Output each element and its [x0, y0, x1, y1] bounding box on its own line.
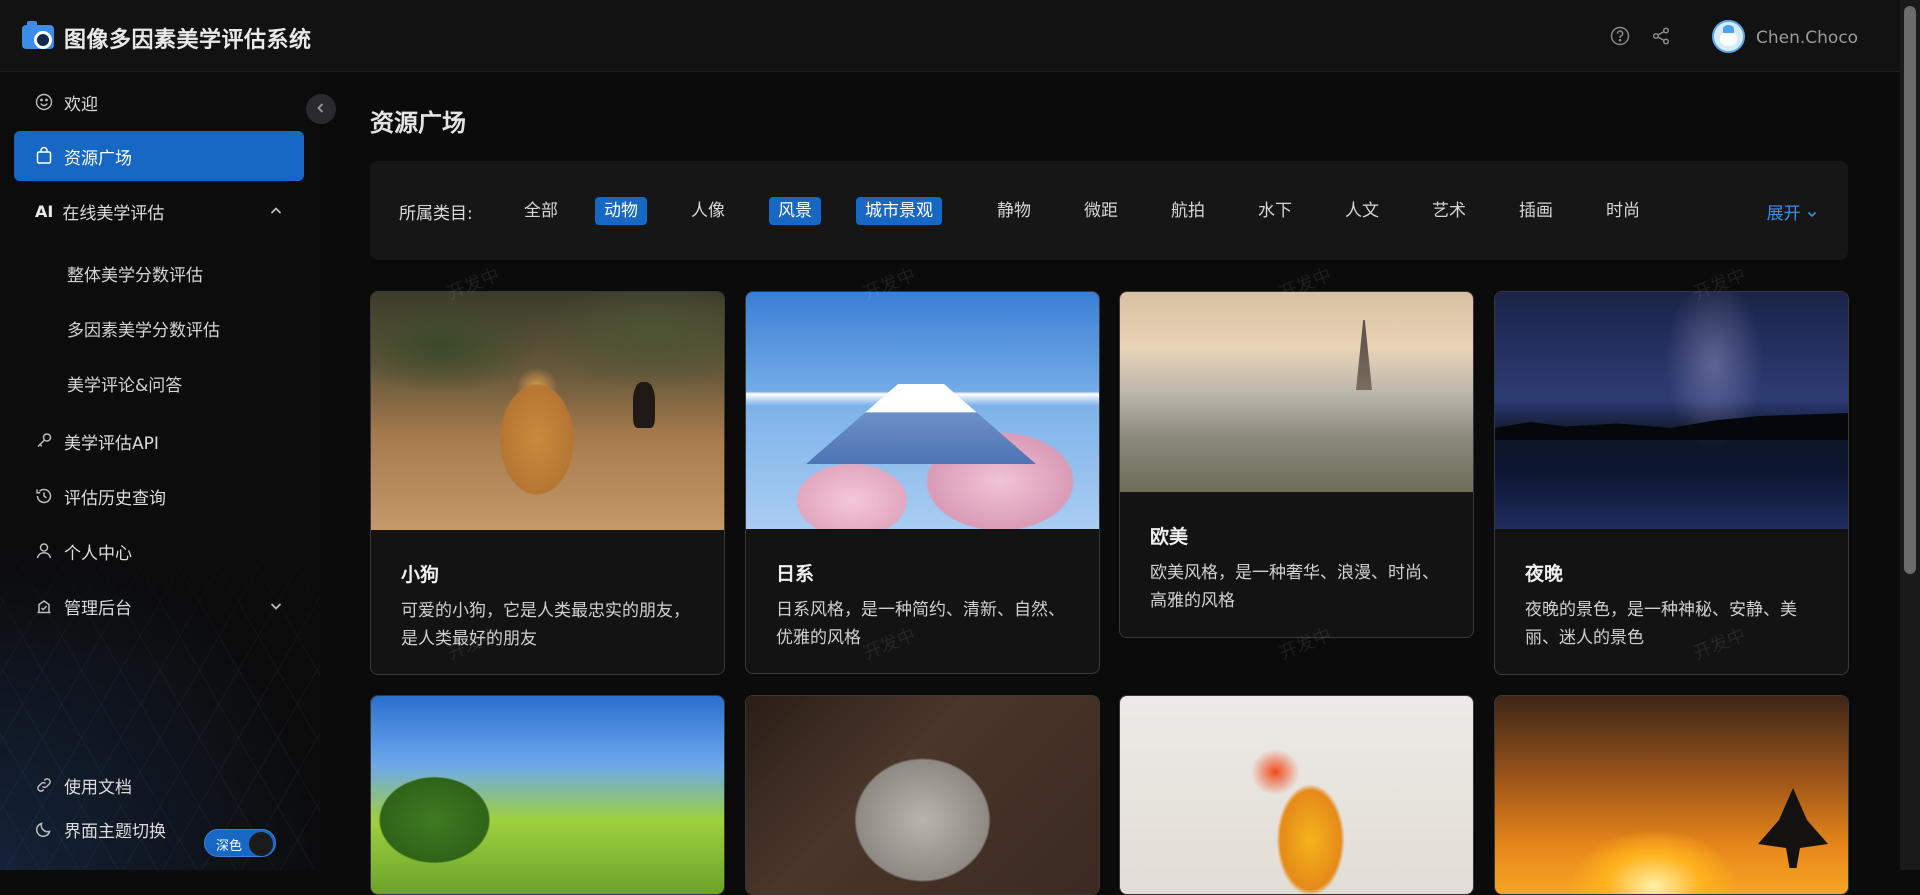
category-chip-underwater[interactable]: 水下	[1249, 197, 1301, 225]
category-chip-landscape[interactable]: 风景	[769, 197, 821, 225]
history-icon	[34, 486, 54, 506]
category-chip-aerial[interactable]: 航拍	[1162, 197, 1214, 225]
smile-icon	[34, 92, 54, 112]
sidebar-item-theme: 界面主题切换	[14, 804, 194, 854]
help-icon[interactable]	[1610, 26, 1630, 46]
resource-card[interactable]	[1494, 695, 1849, 895]
chevron-down-icon	[1807, 211, 1817, 218]
card-image-cat	[746, 696, 1099, 894]
category-chip-fashion[interactable]: 时尚	[1597, 197, 1649, 225]
card-image-japanese	[746, 292, 1099, 529]
card-image-detail	[1356, 320, 1372, 390]
resource-card[interactable]	[745, 695, 1100, 895]
chevron-left-icon	[314, 100, 328, 119]
sidebar-item-api[interactable]: 美学评估API	[14, 416, 304, 466]
card-image-dog	[371, 292, 724, 530]
card-image-sunset	[1495, 696, 1848, 894]
resource-card[interactable]: 欧美 欧美风格，是一种奢华、浪漫、时尚、高雅的风格	[1119, 291, 1474, 638]
sidebar-item-online-evaluation[interactable]: AI 在线美学评估	[14, 186, 304, 236]
sidebar-item-label: 资源广场	[64, 148, 132, 169]
sidebar-item-docs[interactable]: 使用文档	[14, 760, 304, 810]
category-chip-animal[interactable]: 动物	[595, 197, 647, 225]
sidebar-item-label: 评估历史查询	[64, 488, 166, 509]
chevron-down-icon	[268, 598, 284, 614]
sidebar-item-label: 个人中心	[64, 543, 132, 564]
resource-card[interactable]	[1119, 695, 1474, 895]
user-icon	[34, 541, 54, 561]
bag-icon	[34, 146, 54, 166]
theme-toggle-label: 深色	[216, 839, 243, 854]
collapse-sidebar-button[interactable]	[306, 94, 336, 124]
card-title: 夜晚	[1525, 563, 1564, 585]
resource-card[interactable]: 夜晚 夜晚的景色，是一种神秘、安静、美丽、迷人的景色	[1494, 291, 1849, 675]
sidebar-subitem-multifactor-score[interactable]: 多因素美学分数评估	[67, 316, 220, 341]
category-chip-all[interactable]: 全部	[515, 197, 567, 225]
resource-card[interactable]	[370, 695, 725, 895]
sidebar: 欢迎 资源广场 AI 在线美学评估 整体美学分数评估 多因素美学分数评估 美学评…	[0, 72, 320, 870]
card-image-night	[1495, 292, 1848, 529]
card-title: 小狗	[401, 564, 440, 586]
resource-card[interactable]: 小狗 可爱的小狗，它是人类最忠实的朋友，是人类最好的朋友	[370, 291, 725, 675]
card-description: 欧美风格，是一种奢华、浪漫、时尚、高雅的风格	[1150, 563, 1439, 611]
card-image-detail	[1758, 788, 1828, 868]
sidebar-item-profile[interactable]: 个人中心	[14, 526, 304, 576]
sidebar-theme-label: 界面主题切换	[64, 821, 166, 842]
sidebar-item-history[interactable]: 评估历史查询	[14, 471, 304, 521]
share-icon[interactable]	[1651, 26, 1671, 46]
theme-toggle-switch[interactable]: 深色	[204, 829, 276, 857]
category-chip-still-life[interactable]: 静物	[988, 197, 1040, 225]
resource-card[interactable]: 日系 日系风格，是一种简约、清新、自然、优雅的风格	[745, 291, 1100, 674]
sidebar-subitem-comment-qa[interactable]: 美学评论&问答	[67, 371, 182, 396]
camera-logo-icon	[22, 21, 54, 49]
category-chip-humanities[interactable]: 人文	[1336, 197, 1388, 225]
category-chip-art[interactable]: 艺术	[1423, 197, 1475, 225]
key-icon	[34, 431, 54, 451]
sidebar-item-label: 在线美学评估	[62, 203, 165, 224]
card-description: 日系风格，是一种简约、清新、自然、优雅的风格	[776, 600, 1065, 648]
card-title: 日系	[776, 563, 815, 585]
username[interactable]: Chen.Choco	[1756, 28, 1858, 48]
theme-toggle-knob	[249, 832, 273, 856]
sidebar-docs-label: 使用文档	[64, 777, 132, 798]
page-title: 资源广场	[370, 109, 466, 137]
app-title: 图像多因素美学评估系统	[64, 28, 312, 53]
category-chip-illustration[interactable]: 插画	[1510, 197, 1562, 225]
sidebar-item-welcome[interactable]: 欢迎	[14, 77, 304, 127]
card-image-detail	[1495, 413, 1848, 440]
link-icon	[34, 775, 54, 795]
category-chip-macro[interactable]: 微距	[1075, 197, 1127, 225]
category-filter-panel: 所属类目: 全部 动物 人像 风景 城市景观 静物 微距 航拍 水下 人文 艺术…	[370, 161, 1848, 260]
category-chip-portrait[interactable]: 人像	[682, 197, 734, 225]
card-description: 夜晚的景色，是一种神秘、安静、美丽、迷人的景色	[1525, 600, 1797, 648]
sidebar-subitem-overall-score[interactable]: 整体美学分数评估	[67, 261, 203, 286]
card-image-detail	[633, 382, 655, 428]
card-image-detail	[806, 384, 1036, 464]
top-header: 图像多因素美学评估系统 Chen.Choco	[0, 0, 1900, 72]
moon-icon	[34, 819, 54, 839]
admin-icon	[34, 596, 54, 616]
user-avatar[interactable]	[1712, 20, 1745, 53]
sidebar-item-label: 美学评估API	[64, 433, 159, 454]
ai-badge: AI	[35, 201, 54, 221]
filter-label: 所属类目:	[399, 204, 473, 224]
card-description: 可爱的小狗，它是人类最忠实的朋友，是人类最好的朋友	[401, 601, 690, 649]
sidebar-item-admin[interactable]: 管理后台	[14, 581, 304, 631]
sidebar-item-label: 管理后台	[64, 598, 132, 619]
page-scrollbar[interactable]	[1900, 0, 1920, 870]
card-title: 欧美	[1150, 526, 1189, 548]
expand-categories-link[interactable]: 展开	[1767, 199, 1818, 224]
expand-label: 展开	[1766, 204, 1801, 224]
scrollbar-thumb[interactable]	[1904, 6, 1916, 574]
card-image-western	[1120, 292, 1473, 492]
sidebar-item-resource-square[interactable]: 资源广场	[14, 131, 304, 181]
category-chip-cityscape[interactable]: 城市景观	[856, 197, 942, 225]
card-image-field	[371, 696, 724, 894]
sidebar-item-label: 欢迎	[64, 94, 98, 115]
chevron-up-icon	[268, 203, 284, 219]
card-image-parrot	[1120, 696, 1473, 894]
